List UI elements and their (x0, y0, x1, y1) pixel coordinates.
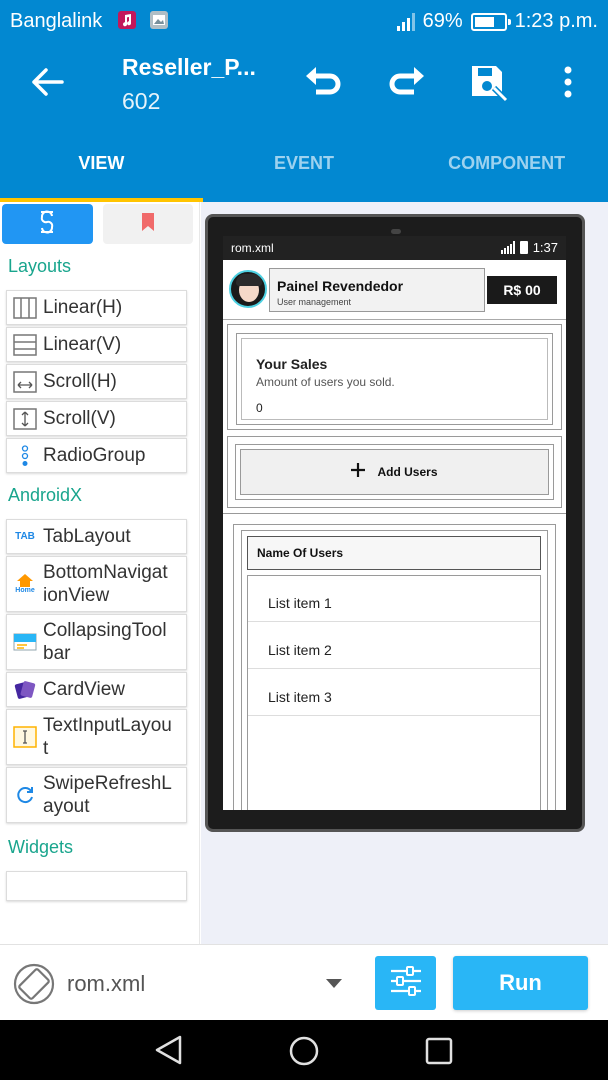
phone-camera (391, 229, 401, 234)
card-view-icon (11, 679, 39, 701)
battery-icon (470, 12, 511, 31)
palette-item-bottomnavigationview[interactable]: Home BottomNavigat ionView (6, 556, 187, 612)
preview-header: Painel Revendedor User management R$ 00 (223, 260, 566, 320)
palette-item-tablayout[interactable]: TAB TabLayout (6, 519, 187, 554)
music-app-icon (118, 11, 136, 29)
palette-item-swiperefreshlayout[interactable]: SwipeRefreshL ayout (6, 767, 187, 823)
scroll-vertical-icon (11, 407, 39, 430)
bottom-action-bar: rom.xml Run (0, 944, 608, 1020)
palette-item-textinputlayout[interactable]: TextInputLayou t (6, 709, 187, 765)
bookmark-icon (141, 212, 155, 237)
scroll-horizontal-icon (11, 370, 39, 393)
carrier-name: Banglalink (10, 10, 103, 32)
palette-item-scroll-h[interactable]: Scroll(H) (6, 364, 187, 399)
layout-file-selector[interactable]: rom.xml (67, 971, 145, 997)
palette-item-linear-v[interactable]: Linear(V) (6, 327, 187, 362)
layout-palette-tab[interactable] (2, 204, 93, 244)
dropdown-arrow-icon[interactable] (326, 979, 342, 988)
palette-item-linear-h[interactable]: Linear(H) (6, 290, 187, 325)
users-list-title: Name Of Users (257, 546, 344, 560)
tab-component[interactable]: COMPONENT (405, 122, 608, 202)
settings-sliders-icon (389, 965, 423, 1001)
sales-count: 0 (256, 401, 263, 415)
rotate-screen-icon[interactable] (12, 962, 56, 1011)
home-label: Home (15, 586, 35, 594)
back-arrow-icon[interactable] (28, 64, 68, 100)
list-item[interactable]: List item 2 (248, 623, 540, 669)
palette-item-radiogroup[interactable]: RadioGroup (6, 438, 187, 473)
palette-item-partial[interactable] (6, 871, 187, 901)
users-list-header: Name Of Users (247, 536, 541, 570)
signal-icon (396, 12, 415, 31)
category-widgets: Widgets (8, 837, 74, 857)
status-bar: Banglalink 69% 1:23 p.m. (0, 0, 608, 42)
nav-home-icon[interactable] (288, 1035, 320, 1072)
nav-recents-icon[interactable] (424, 1036, 454, 1071)
settings-sliders-button[interactable] (375, 956, 436, 1010)
list-item[interactable]: List item 1 (248, 576, 540, 622)
add-users-container: Add Users (235, 444, 554, 500)
nav-back-icon[interactable] (152, 1034, 186, 1071)
app-toolbar: Reseller_P... 602 (0, 42, 608, 122)
add-users-label: Add Users (377, 465, 438, 479)
battery-percent: 69% (422, 10, 463, 32)
palette-item-cardview[interactable]: CardView (6, 672, 187, 707)
undo-icon[interactable] (304, 62, 344, 102)
avatar (229, 270, 267, 308)
phone-screen-preview[interactable]: rom.xml 1:37 Painel Revendedor User mana… (223, 236, 566, 810)
sales-card: Your Sales Amount of users you sold. 0 (236, 333, 553, 425)
collapsing-toolbar-icon (11, 631, 39, 653)
sales-description: Amount of users you sold. (256, 375, 395, 389)
preview-battery-icon (519, 241, 528, 254)
header-title: Painel Revendedor (277, 278, 404, 294)
category-androidx: AndroidX (8, 485, 83, 505)
linear-vertical-icon (11, 333, 39, 356)
linear-horizontal-icon (11, 296, 39, 319)
bookmark-palette-tab[interactable] (102, 204, 193, 244)
redo-icon[interactable] (386, 62, 426, 102)
preview-file-name: rom.xml (231, 241, 274, 255)
editor-tabs: VIEW EVENT COMPONENT (0, 122, 608, 202)
palette-item-collapsingtoolbar[interactable]: CollapsingTool bar (6, 614, 187, 670)
preview-clock: 1:37 (532, 240, 558, 255)
users-list[interactable]: List item 1 List item 2 List item 3 (247, 575, 541, 810)
project-title: Reseller_P... (122, 54, 256, 80)
widget-palette: Layouts Linear(H) Linear(V) Scroll(H) Sc… (0, 202, 200, 944)
header-subtitle: User management (277, 297, 352, 307)
text-input-layout-icon (11, 726, 39, 748)
sales-title: Your Sales (256, 356, 328, 372)
preview-signal-icon (500, 241, 515, 254)
category-layouts: Layouts (8, 256, 72, 276)
run-button[interactable]: Run (453, 956, 588, 1010)
palette-item-scroll-v[interactable]: Scroll(V) (6, 401, 187, 436)
list-item[interactable]: List item 3 (248, 670, 540, 716)
project-id: 602 (122, 88, 161, 114)
swipe-refresh-icon (11, 784, 39, 806)
layout-palette-icon (39, 209, 55, 239)
bottom-navigation-icon: Home (11, 573, 39, 595)
clock: 1:23 p.m. (514, 10, 598, 32)
tab-layout-icon: TAB (15, 531, 35, 542)
radio-group-icon (11, 444, 39, 467)
more-vert-icon[interactable] (548, 62, 588, 102)
header-title-box: Painel Revendedor User management (269, 268, 485, 312)
save-icon[interactable] (468, 62, 509, 103)
add-users-button[interactable]: Add Users (240, 449, 549, 495)
tab-event[interactable]: EVENT (203, 122, 406, 202)
balance-badge: R$ 00 (487, 276, 557, 304)
system-nav-bar (0, 1020, 608, 1080)
plus-icon (351, 462, 366, 482)
preview-status-bar: rom.xml 1:37 (223, 236, 566, 260)
tab-view[interactable]: VIEW (0, 122, 203, 202)
gallery-app-icon (150, 11, 168, 29)
